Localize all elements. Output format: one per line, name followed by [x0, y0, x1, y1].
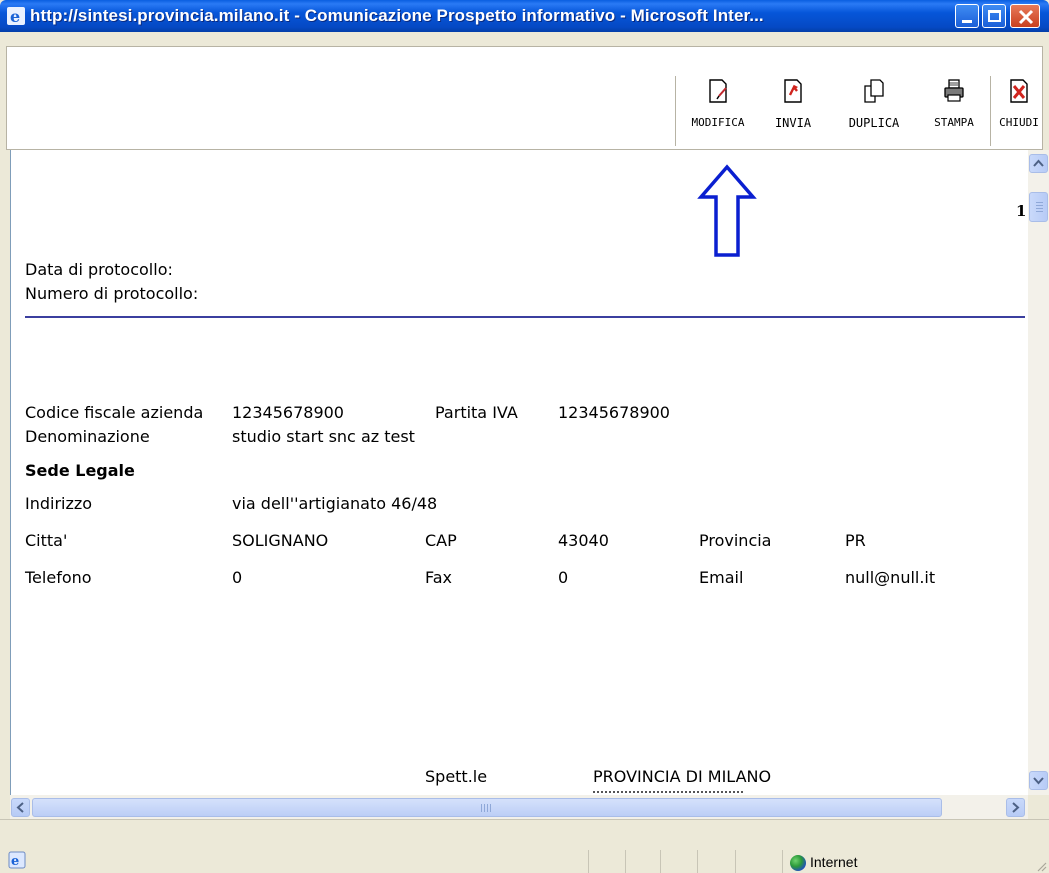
document-area: 1 Data di protocollo: Numero di protocol… — [10, 150, 1028, 795]
status-cell — [660, 850, 661, 873]
invia-button[interactable]: INVIA — [764, 78, 822, 144]
vat-label: Partita IVA — [435, 403, 518, 422]
scroll-up-button[interactable] — [1029, 154, 1048, 173]
address-label: Indirizzo — [25, 494, 93, 513]
scroll-left-button[interactable] — [11, 798, 30, 817]
chevron-down-icon — [1033, 777, 1044, 785]
chiudi-button[interactable]: CHIUDI — [992, 78, 1046, 144]
window-title: http://sintesi.provincia.milano.it - Com… — [30, 6, 764, 25]
status-cell — [625, 850, 626, 873]
vertical-scrollbar[interactable] — [1028, 150, 1049, 795]
cap-label: CAP — [425, 531, 457, 550]
email-value: null@null.it — [845, 568, 936, 587]
company-name-label: Denominazione — [25, 427, 150, 446]
fax-value: 0 — [558, 568, 569, 587]
company-name-value: studio start snc az test — [232, 427, 415, 446]
scroll-down-button[interactable] — [1029, 771, 1048, 790]
toolbar-separator — [675, 76, 676, 146]
modifica-label: MODIFICA — [691, 116, 745, 129]
resize-grip-icon[interactable] — [1035, 860, 1047, 872]
status-bar: e Internet — [0, 819, 1049, 873]
title-bar: e http://sintesi.provincia.milano.it - C… — [0, 0, 1049, 32]
province-label: Provincia — [699, 531, 772, 550]
send-document-icon — [784, 79, 802, 103]
edit-document-icon — [709, 79, 727, 103]
status-cell — [697, 850, 698, 873]
internet-zone-icon — [790, 855, 806, 871]
duplica-button[interactable]: DUPLICA — [832, 78, 916, 144]
chevron-right-icon — [1012, 802, 1020, 813]
city-label: Citta' — [25, 531, 68, 550]
recipient-name: PROVINCIA DI MILANO — [593, 767, 772, 786]
phone-value: 0 — [232, 568, 243, 587]
horizontal-scrollbar[interactable] — [10, 795, 1028, 819]
tax-code-value: 12345678900 — [232, 403, 344, 422]
annotation-arrow-icon — [697, 164, 757, 257]
duplica-label: DUPLICA — [848, 116, 900, 130]
toolbar-separator — [990, 76, 991, 146]
svg-text:e: e — [11, 854, 19, 869]
chevron-up-icon — [1033, 159, 1044, 167]
protocol-number-label: Numero di protocollo: — [25, 284, 199, 303]
horizontal-scroll-thumb[interactable] — [32, 798, 942, 817]
tax-code-label: Codice fiscale azienda — [25, 403, 204, 422]
chiudi-label: CHIUDI — [999, 116, 1039, 129]
vat-value: 12345678900 — [558, 403, 670, 422]
stampa-label: STAMPA — [934, 116, 974, 129]
maximize-button[interactable] — [982, 4, 1006, 28]
status-cell — [588, 850, 589, 873]
printer-icon — [944, 79, 964, 102]
status-cell — [735, 850, 736, 873]
divider — [25, 316, 1025, 318]
close-document-icon — [1010, 79, 1028, 103]
email-label: Email — [699, 568, 744, 587]
page-number: 1 — [1016, 202, 1027, 220]
minimize-button[interactable] — [955, 4, 979, 28]
scroll-thumb[interactable] — [1029, 192, 1048, 222]
cap-value: 43040 — [558, 531, 609, 550]
internet-explorer-icon: e — [7, 7, 25, 26]
close-window-button[interactable] — [1010, 4, 1040, 28]
svg-text:e: e — [10, 7, 20, 26]
phone-label: Telefono — [25, 568, 92, 587]
stampa-button[interactable]: STAMPA — [922, 78, 986, 144]
province-value: PR — [845, 531, 866, 550]
status-cell — [782, 850, 783, 873]
fax-label: Fax — [425, 568, 453, 587]
chevron-left-icon — [16, 802, 24, 813]
protocol-date-label: Data di protocollo: — [25, 260, 173, 279]
security-zone-label: Internet — [810, 854, 858, 870]
scroll-right-button[interactable] — [1006, 798, 1025, 817]
scrollbar-corner — [1028, 795, 1049, 819]
address-value: via dell''artigianato 46/48 — [232, 494, 438, 513]
invia-label: INVIA — [774, 116, 812, 130]
legal-seat-heading: Sede Legale — [25, 461, 135, 480]
close-icon — [1018, 9, 1034, 25]
city-value: SOLIGNANO — [232, 531, 329, 550]
duplicate-icon — [864, 79, 884, 103]
page-icon: e — [8, 851, 26, 869]
recipient-label: Spett.le — [425, 767, 488, 786]
modifica-button[interactable]: MODIFICA — [682, 78, 754, 144]
